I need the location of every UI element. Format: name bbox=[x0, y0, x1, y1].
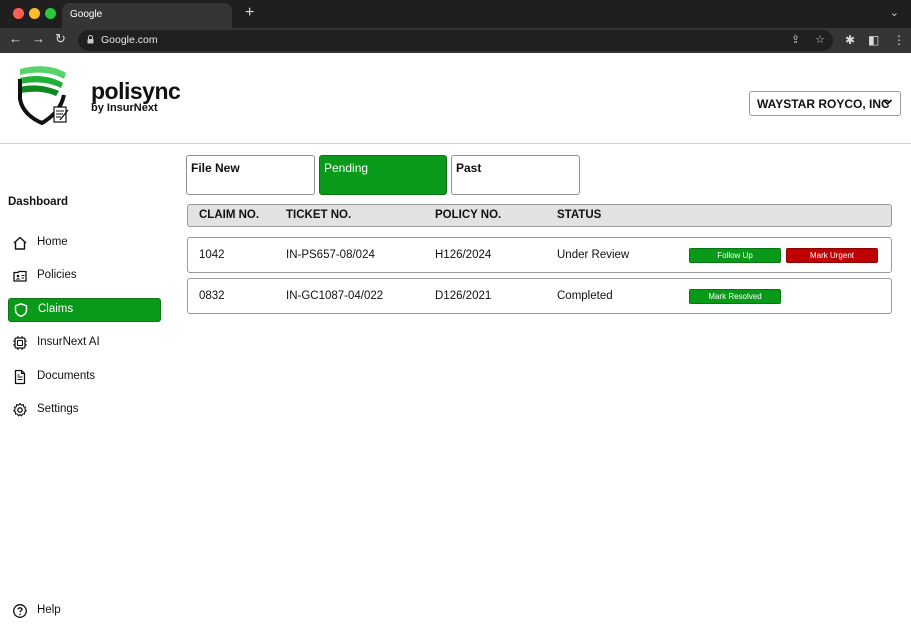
policy-no-cell: D126/2021 bbox=[435, 290, 492, 302]
extensions-icon[interactable]: ✱ bbox=[845, 33, 855, 47]
forward-icon[interactable]: → bbox=[32, 31, 45, 46]
polisync-logo-icon bbox=[18, 66, 69, 125]
sidebar-item-label: Help bbox=[37, 604, 61, 616]
address-text: Google.com bbox=[101, 34, 158, 46]
tab-label: Pending bbox=[324, 161, 369, 175]
sidebar-item-insurnext-ai[interactable]: InsurNext AI bbox=[8, 331, 161, 355]
sidebar-title: Dashboard bbox=[8, 196, 69, 208]
new-tab-button[interactable]: + bbox=[245, 4, 254, 22]
company-select[interactable]: WAYSTAR ROYCO, INC bbox=[749, 91, 901, 116]
sidebar-item-claims[interactable]: Claims bbox=[8, 298, 161, 322]
lock-icon bbox=[87, 35, 94, 44]
sidebar-item-help[interactable]: Help bbox=[8, 599, 161, 623]
brand-name: polisync bbox=[91, 78, 181, 104]
status-cell: Completed bbox=[557, 290, 613, 302]
sidebar-item-label: InsurNext AI bbox=[37, 336, 100, 348]
sidebar-item-label: Settings bbox=[37, 403, 79, 415]
bookmark-star-icon[interactable]: ☆ bbox=[815, 33, 825, 46]
browser-tab[interactable]: Google bbox=[62, 3, 232, 28]
minimize-window-button[interactable] bbox=[29, 8, 40, 19]
side-panel-icon[interactable]: ◧ bbox=[868, 33, 879, 47]
table-row[interactable]: 1042 IN-PS657-08/024 H126/2024 Under Rev… bbox=[187, 237, 892, 273]
column-header-ticket-no: TICKET NO. bbox=[286, 209, 352, 221]
tab-label: Past bbox=[456, 161, 482, 175]
mark-urgent-button[interactable]: Mark Urgent bbox=[786, 248, 878, 263]
home-icon bbox=[13, 236, 27, 250]
sidebar-item-label: Documents bbox=[37, 370, 96, 382]
help-icon bbox=[13, 604, 27, 618]
sidebar-item-policies[interactable]: Policies bbox=[8, 264, 161, 288]
share-icon[interactable]: ⇪ bbox=[791, 33, 800, 46]
claim-no-cell: 1042 bbox=[199, 249, 225, 261]
claim-no-cell: 0832 bbox=[199, 290, 225, 302]
chip-icon bbox=[13, 336, 27, 350]
company-select-value: WAYSTAR ROYCO, INC bbox=[757, 97, 890, 111]
sidebar-item-settings[interactable]: Settings bbox=[8, 398, 161, 422]
chevron-down-icon bbox=[882, 99, 893, 106]
menu-icon[interactable]: ⋮ bbox=[893, 33, 905, 47]
document-icon bbox=[14, 369, 26, 385]
policy-no-cell: H126/2024 bbox=[435, 249, 492, 261]
ticket-no-cell: IN-GC1087-04/022 bbox=[286, 290, 384, 302]
reload-icon[interactable]: ↻ bbox=[55, 31, 66, 47]
browser-toolbar: ← → ↻ Google.com ⇪ ☆ ✱ ◧ ⋮ bbox=[0, 28, 911, 53]
browser-tab-title: Google bbox=[70, 9, 103, 20]
column-header-claim-no: CLAIM NO. bbox=[199, 209, 260, 221]
tab-search-icon[interactable]: ⌄ bbox=[890, 6, 899, 19]
follow-up-button[interactable]: Follow Up bbox=[689, 248, 781, 263]
table-row[interactable]: 0832 IN-GC1087-04/022 D126/2021 Complete… bbox=[187, 278, 892, 314]
address-bar[interactable]: Google.com ⇪ ☆ bbox=[78, 30, 833, 51]
maximize-window-button[interactable] bbox=[45, 8, 56, 19]
tab-pending[interactable]: Pending bbox=[319, 155, 447, 195]
brand-tagline: by InsurNext bbox=[91, 102, 158, 114]
column-header-policy-no: POLICY NO. bbox=[435, 209, 502, 221]
mark-resolved-button[interactable]: Mark Resolved bbox=[689, 289, 781, 304]
tab-label: File New bbox=[191, 161, 240, 175]
tab-past[interactable]: Past bbox=[451, 155, 580, 195]
id-card-icon bbox=[13, 270, 27, 282]
sidebar-item-home[interactable]: Home bbox=[8, 231, 161, 255]
ticket-no-cell: IN-PS657-08/024 bbox=[286, 249, 375, 261]
gear-icon bbox=[13, 402, 27, 417]
status-cell: Under Review bbox=[557, 249, 630, 261]
claims-table-header: CLAIM NO. TICKET NO. POLICY NO. STATUS bbox=[187, 204, 892, 227]
shield-icon bbox=[14, 303, 28, 318]
browser-titlebar: Google + ⌄ bbox=[0, 0, 911, 28]
sidebar-item-label: Home bbox=[37, 236, 68, 248]
column-header-status: STATUS bbox=[557, 209, 602, 221]
app-header: polisync by InsurNext WAYSTAR ROYCO, INC bbox=[0, 53, 911, 144]
sidebar-item-label: Policies bbox=[37, 269, 77, 281]
close-window-button[interactable] bbox=[13, 8, 24, 19]
tab-file-new[interactable]: File New bbox=[186, 155, 315, 195]
back-icon[interactable]: ← bbox=[9, 31, 22, 46]
sidebar-item-documents[interactable]: Documents bbox=[8, 365, 161, 389]
sidebar-item-label: Claims bbox=[38, 303, 74, 315]
